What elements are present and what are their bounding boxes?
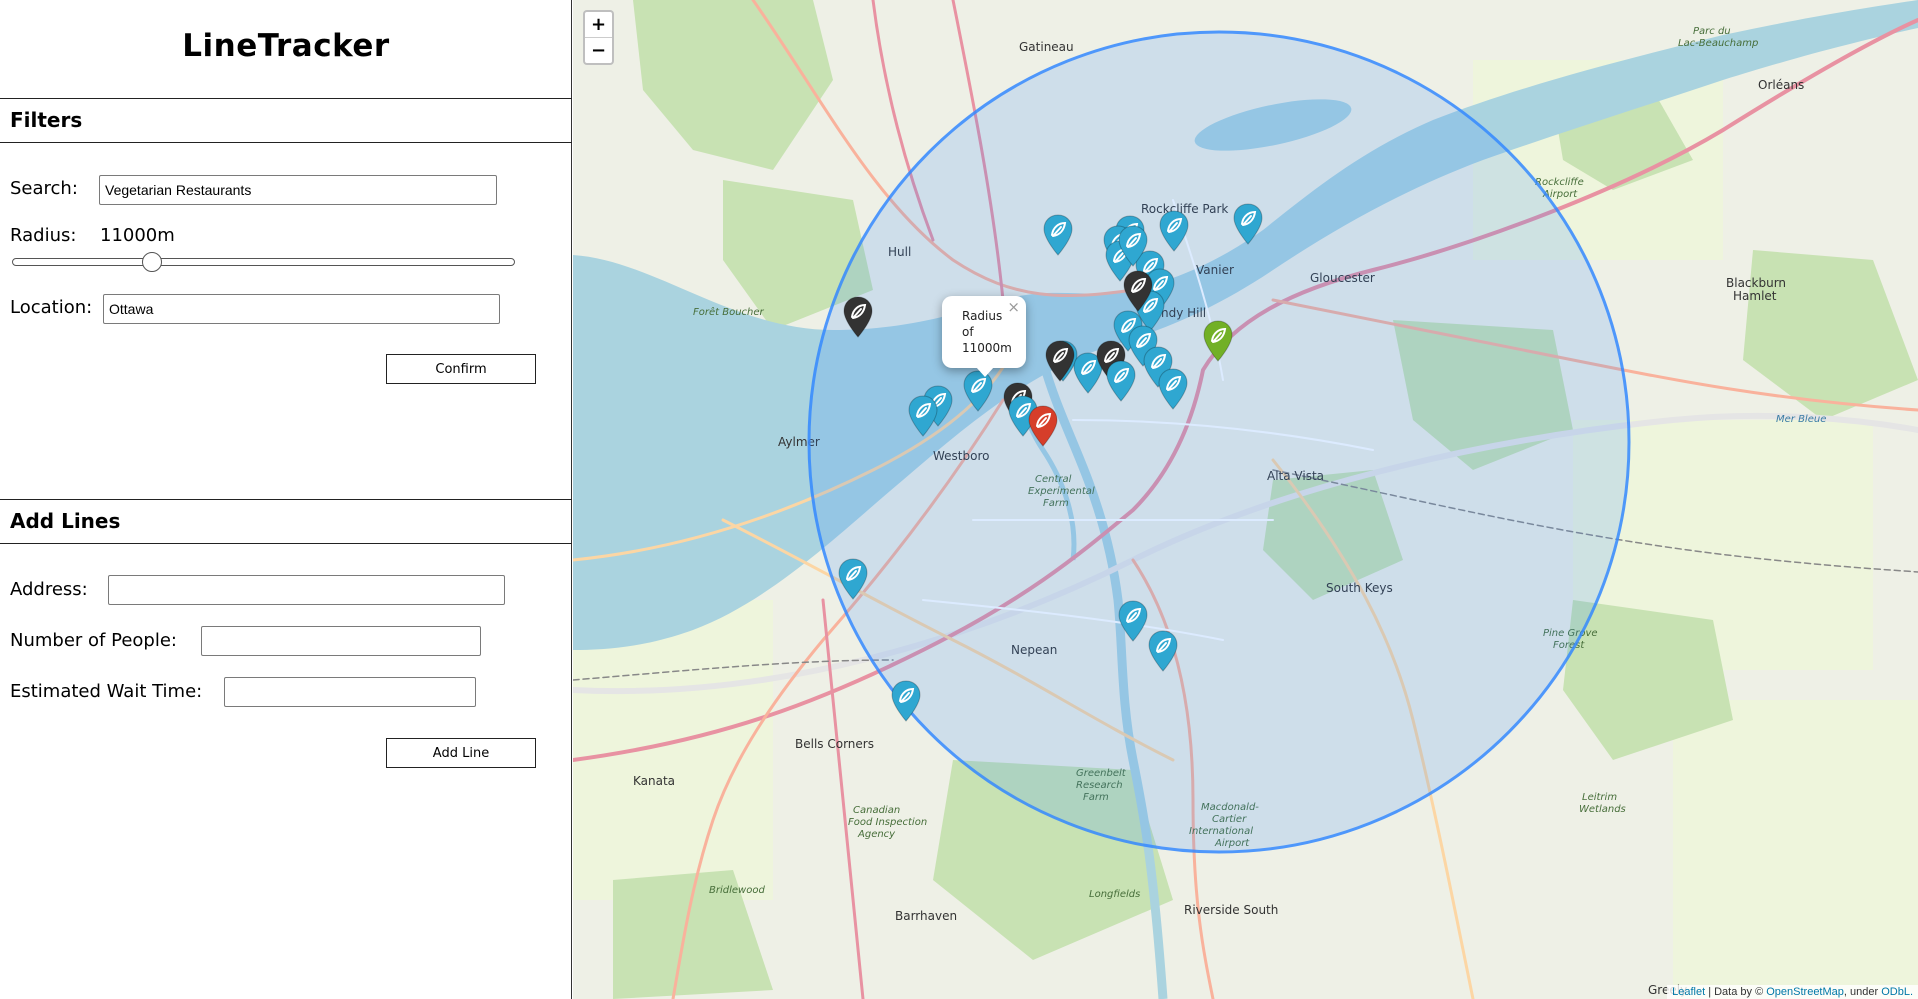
sidebar: LineTracker Filters Search: Radius: 1100… <box>0 0 572 999</box>
location-label: Location: <box>10 297 93 318</box>
filters-header: Filters <box>0 98 572 143</box>
address-input[interactable] <box>108 575 505 605</box>
app-title: LineTracker <box>182 28 390 64</box>
add-lines-header: Add Lines <box>0 499 572 544</box>
radius-value: 11000m <box>100 225 175 246</box>
attribution-text: | Data by © <box>1708 986 1764 998</box>
radius-slider-track[interactable] <box>12 258 515 266</box>
svg-text:Rockcliffe: Rockcliffe <box>1535 177 1584 188</box>
map[interactable]: Gatineau Orléans Rockcliffe Park Vanier … <box>573 0 1918 999</box>
svg-text:Bridlewood: Bridlewood <box>709 885 765 896</box>
svg-text:Mer Bleue: Mer Bleue <box>1776 414 1826 425</box>
radius-popup: × Radius of 11000m <box>942 296 1026 377</box>
confirm-button[interactable]: Confirm <box>386 354 536 384</box>
odbl-link[interactable]: ODbL. <box>1881 986 1913 998</box>
svg-text:Riverside South: Riverside South <box>1184 903 1278 917</box>
map-tiles[interactable]: Gatineau Orléans Rockcliffe Park Vanier … <box>573 0 1918 999</box>
radius-label: Radius: <box>10 225 77 246</box>
svg-text:Leitrim: Leitrim <box>1582 792 1617 803</box>
svg-text:Agency: Agency <box>857 829 896 840</box>
zoom-in-button[interactable]: + <box>585 12 612 37</box>
svg-text:Food Inspection: Food Inspection <box>848 817 927 828</box>
svg-text:Lac-Beauchamp: Lac-Beauchamp <box>1678 38 1758 49</box>
location-input[interactable] <box>103 294 500 324</box>
svg-text:Longfields: Longfields <box>1089 889 1140 900</box>
attribution-under: , under <box>1843 986 1879 998</box>
wait-time-label: Estimated Wait Time: <box>10 681 203 702</box>
svg-text:Kanata: Kanata <box>633 774 675 788</box>
svg-text:Parc du: Parc du <box>1693 26 1731 37</box>
svg-text:Bells Corners: Bells Corners <box>795 737 874 751</box>
svg-text:Gatineau: Gatineau <box>1019 40 1074 54</box>
zoom-control: + − <box>583 10 614 65</box>
search-input[interactable] <box>99 175 497 205</box>
leaflet-link[interactable]: Leaflet <box>1672 986 1705 998</box>
svg-text:Orléans: Orléans <box>1758 78 1804 92</box>
search-label: Search: <box>10 178 78 199</box>
svg-text:Forêt Boucher: Forêt Boucher <box>693 306 765 318</box>
svg-text:Canadian: Canadian <box>853 805 900 816</box>
osm-link[interactable]: OpenStreetMap <box>1766 986 1844 998</box>
map-attribution: Leaflet | Data by © OpenStreetMap, under… <box>1667 985 1918 999</box>
people-label: Number of People: <box>10 630 177 651</box>
popup-text: Radius of 11000m <box>962 309 1012 355</box>
svg-text:Blackburn: Blackburn <box>1726 276 1786 290</box>
address-label: Address: <box>10 579 88 600</box>
people-input[interactable] <box>201 626 481 656</box>
svg-text:Hamlet: Hamlet <box>1733 289 1777 303</box>
radius-slider-thumb[interactable] <box>142 252 163 272</box>
add-line-button[interactable]: Add Line <box>386 738 536 768</box>
svg-text:Barrhaven: Barrhaven <box>895 909 957 923</box>
svg-text:Wetlands: Wetlands <box>1579 804 1626 815</box>
wait-time-input[interactable] <box>224 677 476 707</box>
radius-circle <box>807 30 1631 854</box>
zoom-out-button[interactable]: − <box>585 37 612 63</box>
